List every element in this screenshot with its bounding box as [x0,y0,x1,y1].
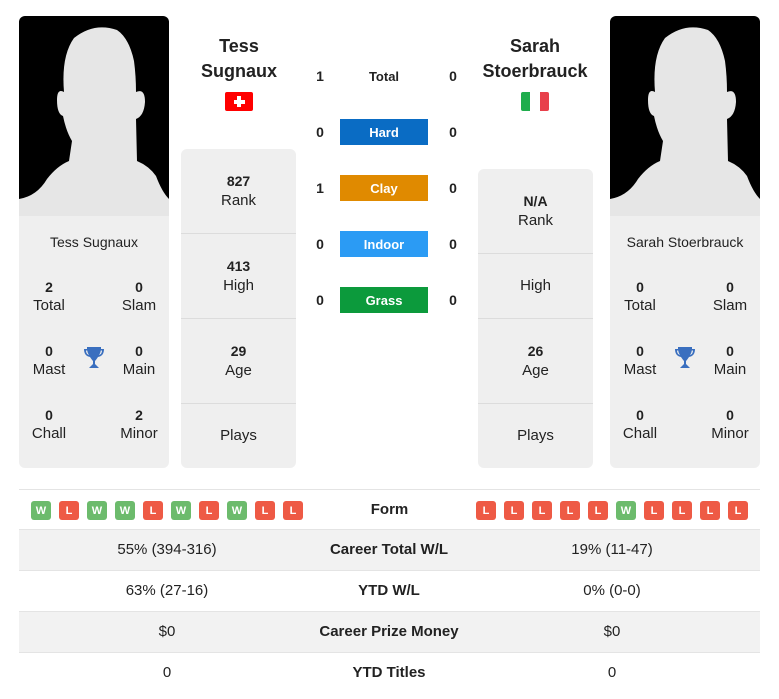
form-badge-loss[interactable]: L [728,501,748,520]
player-right-name-first[interactable]: Sarah [460,34,610,59]
stat-plays: Plays [220,427,257,444]
form-badge-loss[interactable]: L [199,501,219,520]
form-badge-loss[interactable]: L [588,501,608,520]
surface-badge-indoor[interactable]: Indoor [340,231,428,257]
player-right-stats: N/A Rank High 26 Age Plays [478,169,593,468]
stat-rank: N/A Rank [478,169,593,254]
stat-age: 29 Age [181,319,296,404]
titles-chall: 0 Chall [622,407,658,442]
row-label: YTD W/L [358,582,420,599]
h2h-right-count: 0 [449,292,457,308]
player-left-photo [19,16,169,216]
italy-flag-icon [521,92,549,111]
switzerland-flag-icon [225,92,253,111]
player-left-form: WLWWLWLWLL [31,501,303,520]
comparison-row-ytd-wl: 63% (27-16) YTD W/L 0% (0-0) [19,571,760,612]
comparison-row-career-wl: 55% (394-316) Career Total W/L 19% (11-4… [19,530,760,571]
titles-mast: 0 Mast [32,343,66,378]
form-badge-loss[interactable]: L [476,501,496,520]
left-value: 55% (394-316) [117,541,217,558]
form-badge-win[interactable]: W [171,501,191,520]
comparison-row-prize-money: $0 Career Prize Money $0 [19,612,760,653]
player-left-card: Tess Sugnaux 2 Total 0 Slam 0 Mast 0 Mai… [19,216,169,468]
silhouette-icon [19,27,169,216]
stat-high: High [478,254,593,319]
player-right-fullname: Sarah Stoerbrauck [626,234,744,250]
form-badge-loss[interactable]: L [255,501,275,520]
player-left-stats: 827 Rank 413 High 29 Age Plays [181,149,296,468]
titles-minor: 2 Minor [120,407,158,442]
trophy-icon [675,347,695,368]
surface-badge-clay[interactable]: Clay [340,175,428,201]
surface-badge-grass[interactable]: Grass [340,287,428,313]
form-badge-loss[interactable]: L [644,501,664,520]
h2h-row-total: 1 Total 0 [305,62,475,90]
player-left-name-last[interactable]: Sugnaux [164,59,314,84]
player-right-card: Sarah Stoerbrauck 0 Total 0 Slam 0 Mast … [610,216,760,468]
titles-total: 0 Total [624,279,656,314]
form-badge-win[interactable]: W [115,501,135,520]
h2h-row-clay: 1 Clay 0 [305,174,475,202]
h2h-row-indoor: 0 Indoor 0 [305,230,475,258]
h2h-left-count: 0 [316,292,324,308]
player-right-name-last[interactable]: Stoerbrauck [460,59,610,84]
left-value: 63% (27-16) [125,582,209,599]
form-badge-loss[interactable]: L [672,501,692,520]
h2h-right-count: 0 [449,68,457,84]
form-badge-loss[interactable]: L [700,501,720,520]
player-left-header: Tess Sugnaux [164,34,314,116]
h2h-right-count: 0 [449,124,457,140]
h2h-right-count: 0 [449,236,457,252]
h2h-total-label: Total [368,68,400,84]
h2h-left-count: 0 [316,124,324,140]
form-badge-loss[interactable]: L [532,501,552,520]
player-right-header: Sarah Stoerbrauck [460,34,610,116]
h2h-left-count: 1 [316,180,324,196]
row-label: Career Prize Money [319,623,459,640]
right-value: 0% (0-0) [583,582,641,599]
h2h-left-count: 0 [316,236,324,252]
stat-rank: 827 Rank [181,149,296,234]
left-value: $0 [158,623,176,640]
titles-total: 2 Total [33,279,65,314]
titles-slam: 0 Slam [712,279,748,314]
form-badge-win[interactable]: W [87,501,107,520]
stat-high: 413 High [181,234,296,319]
trophy-icon [84,347,104,368]
titles-mast: 0 Mast [623,343,657,378]
row-label: YTD Titles [352,664,426,681]
silhouette-icon [610,27,760,216]
h2h-left-count: 1 [316,68,324,84]
form-badge-win[interactable]: W [31,501,51,520]
h2h-row-hard: 0 Hard 0 [305,118,475,146]
form-row: Form WLWWLWLWLL LLLLLWLLLL [19,489,760,530]
titles-main: 0 Main [122,343,156,378]
h2h-right-count: 0 [449,180,457,196]
comparison-row-ytd-titles: 0 YTD Titles 0 [19,653,760,694]
titles-minor: 0 Minor [711,407,749,442]
right-value: 0 [607,664,617,681]
left-value: 0 [162,664,172,681]
right-value: 19% (11-47) [571,541,653,558]
form-badge-loss[interactable]: L [143,501,163,520]
surface-badge-hard[interactable]: Hard [340,119,428,145]
stat-age: 26 Age [478,319,593,404]
player-left-fullname: Tess Sugnaux [50,234,138,250]
form-badge-win[interactable]: W [227,501,247,520]
form-badge-win[interactable]: W [616,501,636,520]
player-right-photo [610,16,760,216]
row-label: Career Total W/L [329,541,449,558]
titles-chall: 0 Chall [31,407,67,442]
form-badge-loss[interactable]: L [560,501,580,520]
titles-slam: 0 Slam [121,279,157,314]
right-value: $0 [603,623,621,640]
player-left-name-first[interactable]: Tess [164,34,314,59]
h2h-row-grass: 0 Grass 0 [305,286,475,314]
stat-plays: Plays [517,427,554,444]
form-badge-loss[interactable]: L [283,501,303,520]
player-right-form: LLLLLWLLLL [476,501,748,520]
form-badge-loss[interactable]: L [59,501,79,520]
titles-main: 0 Main [713,343,747,378]
form-badge-loss[interactable]: L [504,501,524,520]
